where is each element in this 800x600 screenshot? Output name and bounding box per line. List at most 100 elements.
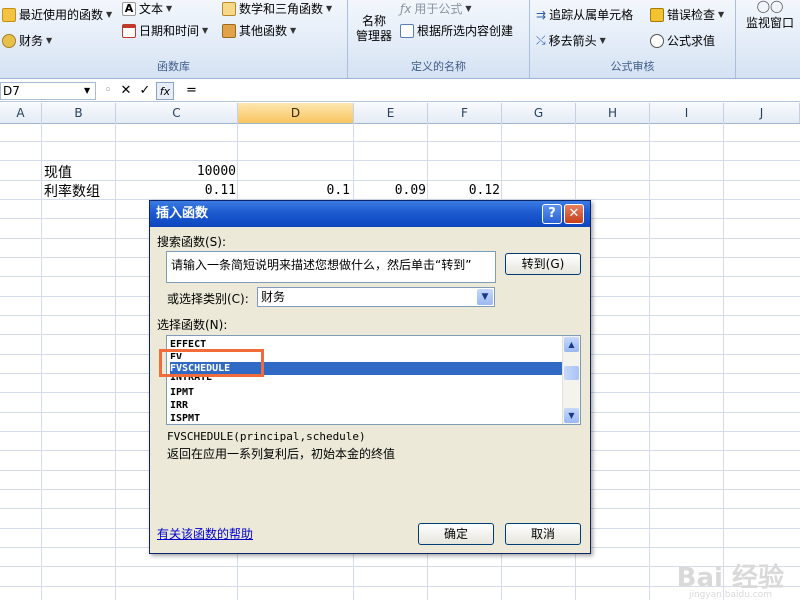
chevron-down-icon: ▼ — [290, 26, 297, 35]
cell-c-present-value[interactable]: 10000 — [118, 164, 236, 179]
star-icon — [2, 7, 16, 22]
create-from-selection-button[interactable]: 根据所选内容创建 — [400, 22, 513, 39]
function-signature: FVSCHEDULE(principal,schedule) — [167, 430, 366, 443]
error-checking-button[interactable]: 错误检查 ▼ — [650, 6, 724, 23]
function-help-link[interactable]: 有关该函数的帮助 — [157, 525, 253, 542]
col-header-c[interactable]: C — [116, 103, 238, 123]
insert-function-fx-icon[interactable]: fx — [156, 82, 174, 100]
formula-content[interactable]: = — [186, 83, 197, 98]
annotation-highlight-box — [159, 349, 264, 377]
error-checking-label: 错误检查 — [667, 8, 716, 22]
function-library-group: 最近使用的函数 ▼ 财务 ▼ A 文本 ▼ 日期和时间 ▼ 数学和三角函数 ▼ … — [0, 0, 348, 78]
dialog-title: 插入函数 — [156, 206, 209, 221]
math-trig-label: 数学和三角函数 — [239, 2, 324, 16]
ribbon: 最近使用的函数 ▼ 财务 ▼ A 文本 ▼ 日期和时间 ▼ 数学和三角函数 ▼ … — [0, 0, 800, 79]
category-select[interactable]: 财务 ▼ — [257, 287, 495, 307]
dialog-title-bar[interactable]: 插入函数 ? ✕ — [150, 201, 590, 227]
glasses-icon: ◯◯ — [756, 0, 784, 13]
category-label: 或选择类别(C): — [167, 292, 249, 306]
chevron-down-icon: ▼ — [106, 10, 113, 19]
help-button[interactable]: ? — [542, 204, 562, 224]
grid-hline — [0, 141, 800, 142]
remove-arrows-icon: ⤯ — [536, 33, 546, 47]
more-functions-button[interactable]: 其他函数 ▼ — [222, 22, 296, 39]
select-function-label: 选择函数(N): — [157, 318, 228, 332]
coins-icon — [2, 33, 16, 48]
list-item[interactable]: IRR — [170, 399, 562, 412]
scroll-thumb[interactable] — [564, 366, 579, 380]
chevron-down-icon[interactable]: ▼ — [477, 289, 493, 305]
cell-e-rate[interactable]: 0.09 — [356, 183, 426, 198]
warning-icon — [650, 7, 664, 22]
category-value: 财务 — [261, 290, 286, 304]
list-item[interactable]: ISPMT — [170, 412, 562, 424]
function-description: 返回在应用一系列复利后，初始本金的终值 — [167, 447, 396, 461]
cell-f-rate[interactable]: 0.12 — [430, 183, 500, 198]
scroll-down-icon[interactable]: ▼ — [564, 408, 579, 423]
function-library-group-label: 函数库 — [157, 60, 190, 73]
col-header-j[interactable]: J — [724, 103, 800, 123]
name-box[interactable]: D7 — [0, 82, 96, 100]
remove-arrows-label: 移去箭头 — [548, 34, 597, 48]
name-manager-label-line1: 名称 — [361, 14, 386, 28]
col-header-i[interactable]: I — [650, 103, 724, 123]
function-list-scrollbar[interactable]: ▲ ▼ — [562, 336, 580, 424]
col-header-b[interactable]: B — [42, 103, 116, 123]
go-button[interactable]: 转到(G) — [505, 253, 581, 275]
enter-check-icon[interactable]: ✓ — [136, 82, 154, 100]
datetime-button[interactable]: 日期和时间 ▼ — [122, 22, 208, 39]
ok-button[interactable]: 确定 — [418, 523, 494, 545]
recent-functions-label: 最近使用的函数 — [19, 8, 104, 22]
cell-b-present-value-label[interactable]: 现值 — [44, 162, 72, 182]
baidu-watermark-url: jingyan.baidu.com — [688, 590, 772, 600]
col-header-g[interactable]: G — [502, 103, 576, 123]
name-manager-button[interactable]: 名称 管理器 — [352, 14, 396, 44]
remove-arrows-button[interactable]: ⤯ 移去箭头 ▼ — [536, 32, 606, 49]
text-label: 文本 — [139, 2, 164, 16]
evaluate-formula-label: 公式求值 — [667, 34, 716, 48]
trace-dependents-button[interactable]: ⇉ 追踪从属单元格 — [536, 6, 633, 23]
math-trig-button[interactable]: 数学和三角函数 ▼ — [222, 0, 332, 17]
col-header-h[interactable]: H — [576, 103, 650, 123]
cancel-button[interactable]: 取消 — [505, 523, 581, 545]
search-function-input[interactable]: 请输入一条简短说明来描述您想做什么，然后单击“转到” — [166, 251, 496, 283]
name-box-dropdown-icon[interactable]: ▼ — [84, 86, 90, 95]
recent-functions-button[interactable]: 最近使用的函数 ▼ — [2, 6, 112, 23]
table-icon — [400, 23, 414, 38]
evaluate-icon — [650, 33, 664, 48]
cell-b-rates-label[interactable]: 利率数组 — [44, 181, 100, 201]
close-button[interactable]: ✕ — [564, 204, 584, 224]
name-manager-label-line2: 管理器 — [355, 29, 392, 43]
chevron-down-icon: ▼ — [202, 26, 209, 35]
use-in-formula-button[interactable]: ƒx 用于公式 ▼ — [400, 0, 472, 17]
use-in-formula-label: 用于公式 — [414, 2, 463, 16]
trace-arrow-icon: ⇉ — [536, 7, 547, 22]
chevron-down-icon: ▼ — [465, 4, 472, 13]
col-header-d[interactable]: D — [238, 103, 354, 123]
column-headers: A B C D E F G H I J — [0, 103, 800, 124]
trace-dependents-label: 追踪从属单元格 — [549, 8, 634, 22]
col-header-e[interactable]: E — [354, 103, 428, 123]
financial-button[interactable]: 财务 ▼ — [2, 32, 52, 49]
chevron-down-icon: ▼ — [166, 4, 173, 13]
baidu-watermark-logo: Bai 经验 — [676, 563, 784, 593]
col-header-f[interactable]: F — [428, 103, 502, 123]
cell-c-rate[interactable]: 0.11 — [118, 183, 236, 198]
formula-auditing-group-label: 公式审核 — [610, 60, 655, 73]
create-from-selection-label: 根据所选内容创建 — [417, 24, 514, 38]
text-button[interactable]: A 文本 ▼ — [122, 0, 172, 17]
watch-window-label: 监视窗口 — [745, 16, 794, 30]
chevron-down-icon: ▼ — [718, 10, 725, 19]
chevron-down-icon: ▼ — [599, 36, 606, 45]
scroll-up-icon[interactable]: ▲ — [564, 337, 579, 352]
list-item[interactable]: IPMT — [170, 386, 562, 399]
financial-label: 财务 — [19, 34, 44, 48]
defined-names-group-label: 定义的名称 — [411, 60, 466, 73]
col-header-a[interactable]: A — [0, 103, 42, 123]
cancel-x-icon[interactable]: ✕ — [117, 82, 135, 100]
text-a-icon: A — [122, 1, 136, 16]
evaluate-formula-button[interactable]: 公式求值 — [650, 32, 715, 49]
search-function-label: 搜索函数(S): — [157, 235, 227, 249]
watch-window-button[interactable]: ◯◯ 监视窗口 — [740, 0, 800, 40]
cell-d-rate[interactable]: 0.1 — [240, 183, 350, 198]
